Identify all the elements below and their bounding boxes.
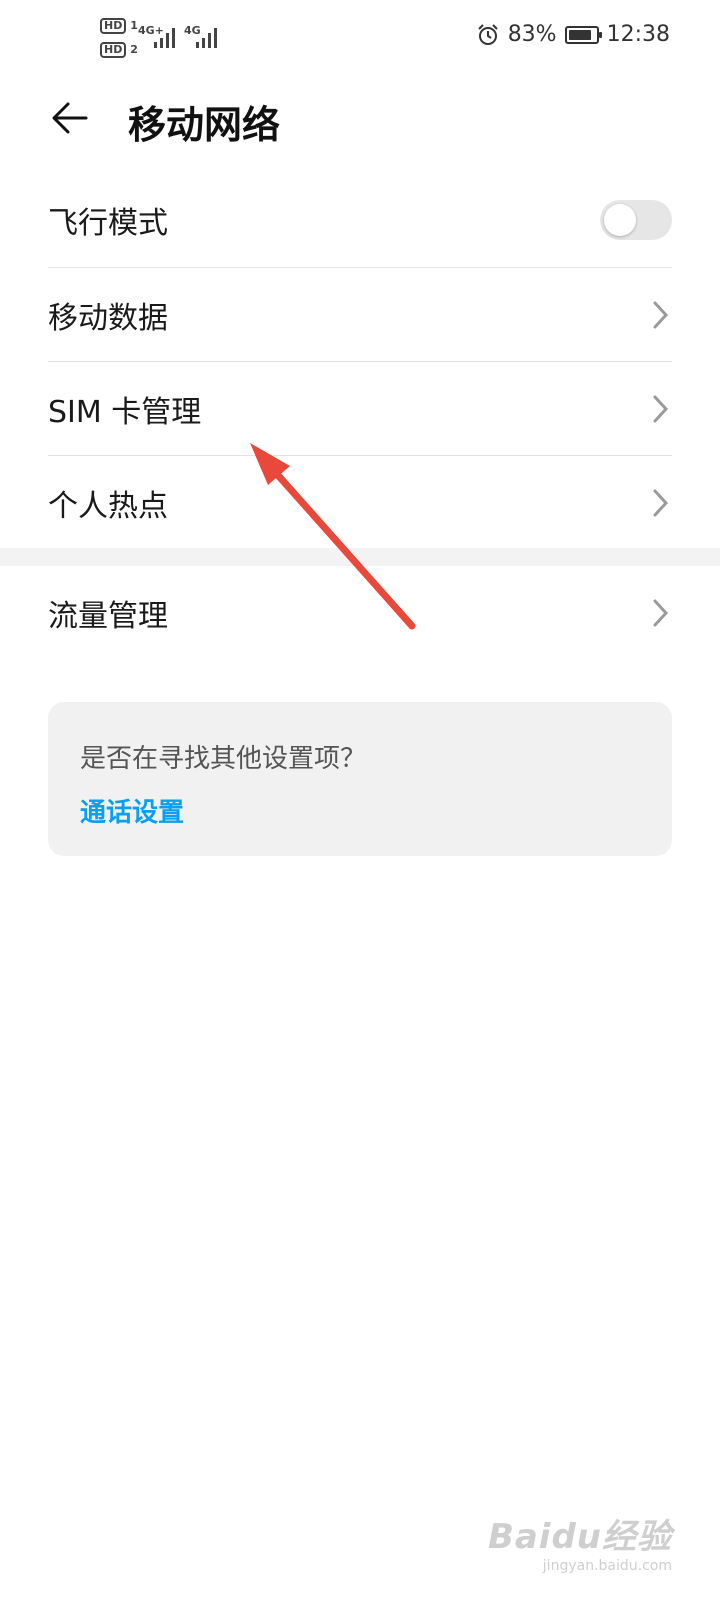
sim1-number: 1	[130, 19, 138, 32]
suggestion-question: 是否在寻找其他设置项？	[80, 744, 367, 774]
chevron-right-icon	[653, 395, 669, 423]
sim-management-row[interactable]: SIM 卡管理	[48, 362, 672, 456]
sim2-number: 2	[130, 43, 138, 56]
suggestion-card: 是否在寻找其他设置项？ 通话设置	[48, 702, 672, 856]
call-settings-link[interactable]: 通话设置	[80, 792, 184, 829]
signal-icon-2	[196, 28, 217, 48]
hotspot-row[interactable]: 个人热点	[48, 456, 672, 550]
battery-fill	[568, 29, 591, 40]
airplane-mode-toggle[interactable]	[600, 200, 672, 240]
hotspot-label: 个人热点	[48, 489, 168, 524]
signal-icon	[154, 28, 175, 48]
back-arrow-icon[interactable]	[48, 96, 92, 140]
watermark-logo: Baidu经验	[487, 1517, 672, 1557]
status-bar: HD 1 HD 2 4G+ 4G 83% 12:38	[0, 0, 720, 80]
baidu-watermark: Baidu经验 jingyan.baidu.com	[488, 1509, 672, 1574]
sim-management-label: SIM 卡管理	[48, 395, 202, 430]
battery-icon	[564, 25, 602, 44]
sim1-indicator: HD 1	[100, 18, 138, 34]
chevron-right-icon	[653, 301, 669, 329]
chevron-right-icon	[653, 599, 669, 627]
data-usage-label: 流量管理	[48, 599, 168, 634]
mobile-data-row[interactable]: 移动数据	[48, 268, 672, 362]
battery-percent: 83%	[507, 22, 557, 47]
page-title: 移动网络	[128, 103, 281, 147]
header: 移动网络	[0, 90, 720, 150]
watermark-url: jingyan.baidu.com	[542, 1558, 672, 1574]
sim2-indicator: HD 2	[100, 42, 138, 58]
data-usage-row[interactable]: 流量管理	[48, 566, 672, 660]
status-right: 83% 12:38	[476, 22, 670, 47]
section-gap	[0, 548, 720, 566]
clock: 12:38	[606, 22, 670, 47]
mobile-data-label: 移动数据	[48, 301, 168, 336]
chevron-right-icon	[653, 489, 669, 517]
alarm-icon	[477, 23, 498, 45]
airplane-mode-row[interactable]: 飞行模式	[48, 173, 672, 267]
airplane-mode-label: 飞行模式	[48, 206, 168, 241]
hd-badge-2: HD	[100, 42, 127, 58]
toggle-knob	[604, 204, 636, 236]
hd-badge-1: HD	[100, 18, 127, 34]
